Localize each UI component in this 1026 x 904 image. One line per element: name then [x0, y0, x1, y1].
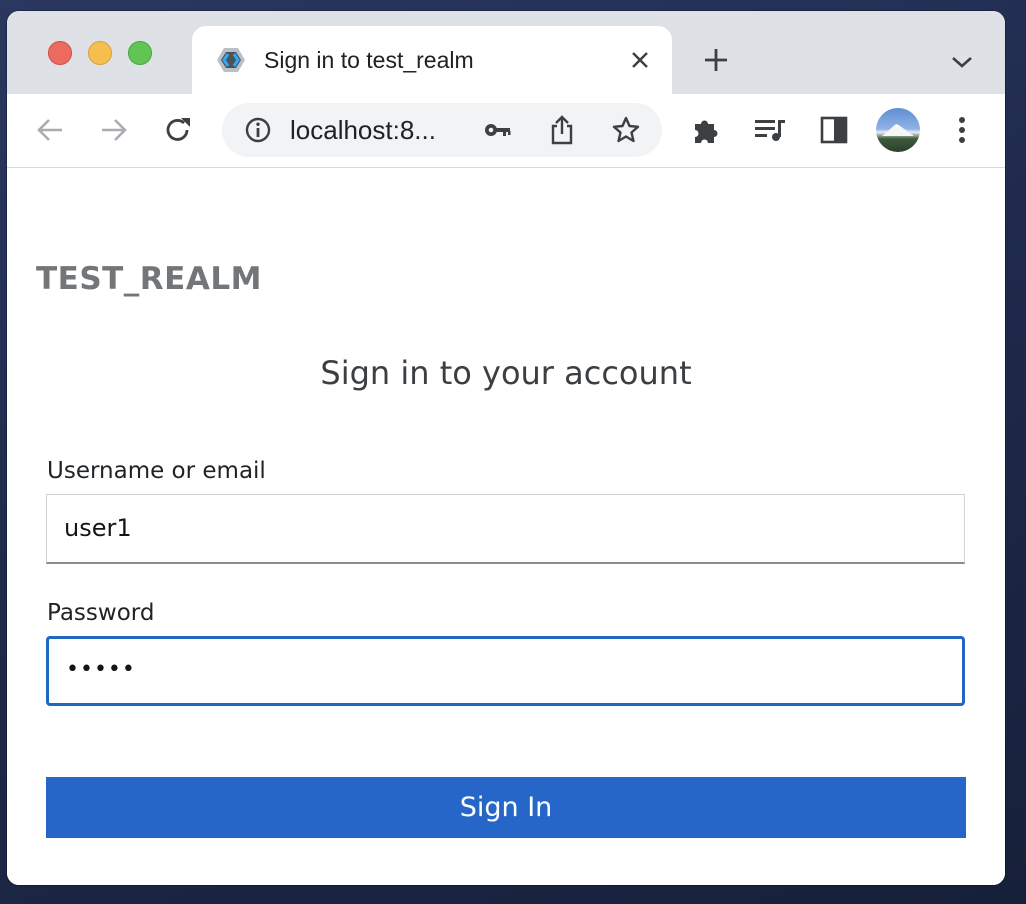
url-text: localhost:8...	[290, 115, 436, 145]
profile-avatar[interactable]	[876, 108, 920, 152]
plus-icon[interactable]	[700, 44, 732, 76]
realm-name: TEST_REALM	[36, 261, 262, 297]
window-close-button[interactable]	[48, 41, 72, 65]
keycloak-icon	[216, 45, 246, 75]
window-maximize-button[interactable]	[128, 41, 152, 65]
share-icon[interactable]	[547, 115, 577, 145]
arrow-right-icon[interactable]	[97, 113, 131, 147]
address-bar[interactable]: localhost:8...	[222, 103, 662, 157]
browser-window: Sign in to test_realm localhost:8... TES…	[7, 11, 1005, 885]
side-panel-icon[interactable]	[817, 113, 851, 147]
browser-toolbar: localhost:8...	[7, 94, 1005, 168]
password-field[interactable]: •••••	[46, 636, 965, 706]
tab-strip: Sign in to test_realm	[7, 11, 1005, 94]
username-label: Username or email	[47, 458, 266, 484]
window-minimize-button[interactable]	[88, 41, 112, 65]
chevron-down-icon[interactable]	[947, 47, 977, 77]
close-icon[interactable]	[626, 46, 654, 74]
tab-sign-in[interactable]: Sign in to test_realm	[192, 26, 672, 94]
password-label: Password	[47, 600, 155, 626]
reload-icon[interactable]	[161, 113, 195, 147]
puzzle-icon[interactable]	[689, 113, 723, 147]
tab-title: Sign in to test_realm	[264, 47, 474, 73]
star-icon[interactable]	[611, 115, 641, 145]
login-page: TEST_REALM Sign in to your account Usern…	[7, 168, 1005, 885]
media-queue-icon[interactable]	[753, 113, 787, 147]
key-icon[interactable]	[483, 115, 513, 145]
kebab-menu-icon[interactable]	[945, 113, 979, 147]
username-field[interactable]: user1	[46, 494, 965, 564]
page-title: Sign in to your account	[320, 354, 692, 392]
info-icon[interactable]	[243, 115, 273, 145]
sign-in-button[interactable]: Sign In	[46, 777, 966, 838]
arrow-left-icon[interactable]	[33, 113, 67, 147]
